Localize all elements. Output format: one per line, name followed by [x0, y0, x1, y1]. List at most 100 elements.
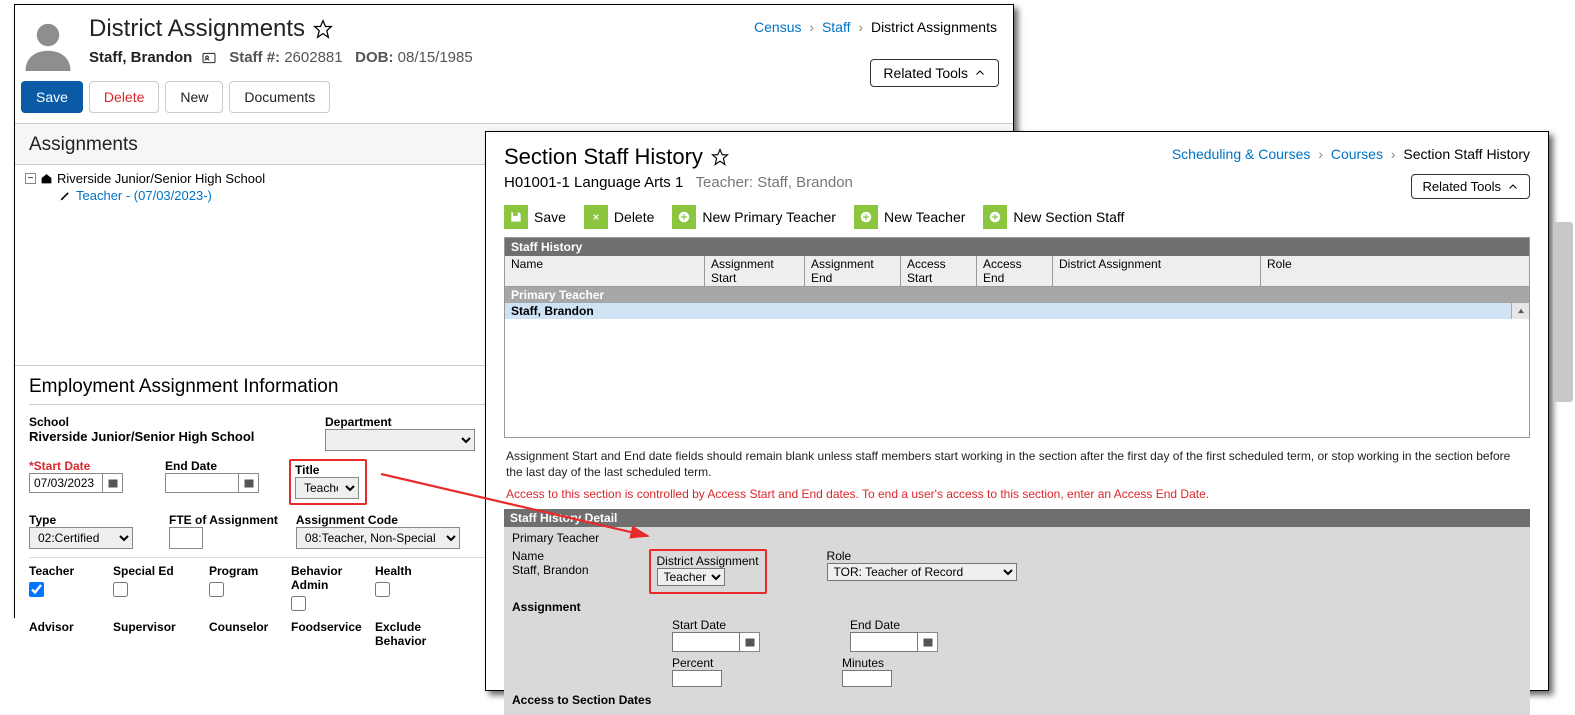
- new-primary-teacher-button[interactable]: New Primary Teacher: [672, 205, 836, 229]
- plus-icon: [988, 210, 1002, 224]
- detail-end-input[interactable]: [850, 632, 918, 652]
- breadcrumb-current: Section Staff History: [1403, 146, 1530, 162]
- help-text: Assignment Start and End date fields sho…: [506, 448, 1528, 503]
- toolbar: Save Delete New Documents: [15, 75, 1013, 124]
- breadcrumb: Census › Staff › District Assignments: [754, 19, 997, 35]
- behavior-checkbox[interactable]: [291, 596, 306, 611]
- grid-group-row: Primary Teacher: [505, 287, 1529, 303]
- id-card-icon: [201, 50, 217, 66]
- school-value: Riverside Junior/Senior High School: [29, 429, 254, 444]
- breadcrumb-staff[interactable]: Staff: [822, 19, 851, 35]
- breadcrumb-scheduling[interactable]: Scheduling & Courses: [1172, 146, 1311, 162]
- advisor-label: Advisor: [29, 620, 89, 648]
- related-tools-button[interactable]: Related Tools: [1411, 174, 1530, 199]
- tree-assignment-link[interactable]: Teacher - (07/03/2023-): [76, 188, 212, 203]
- access-dates-subheader: Access to Section Dates: [512, 693, 1522, 707]
- scroll-up-icon[interactable]: [1511, 303, 1529, 319]
- fte-label: FTE of Assignment: [169, 513, 278, 527]
- save-button[interactable]: Save: [504, 205, 566, 229]
- grid-title: Staff History: [505, 238, 1529, 256]
- behavior-label: Behavior Admin: [291, 564, 351, 592]
- percent-label: Percent: [672, 656, 722, 670]
- detail-start-input[interactable]: [672, 632, 740, 652]
- chevron-up-icon: [1507, 181, 1519, 193]
- fte-input[interactable]: [169, 527, 203, 549]
- save-icon: [509, 210, 523, 224]
- related-tools-button[interactable]: Related Tools: [870, 59, 999, 87]
- calendar-icon[interactable]: [239, 473, 259, 493]
- star-icon[interactable]: [711, 148, 729, 166]
- new-button[interactable]: New: [165, 81, 223, 113]
- breadcrumb-courses[interactable]: Courses: [1331, 146, 1383, 162]
- plus-icon: [859, 210, 873, 224]
- detail-group: Primary Teacher: [512, 531, 1522, 545]
- tree-school[interactable]: Riverside Junior/Senior High School: [57, 171, 265, 186]
- start-date-label: *Start Date: [29, 459, 123, 473]
- calendar-icon[interactable]: [103, 473, 123, 493]
- minutes-input[interactable]: [842, 670, 892, 687]
- program-checkbox[interactable]: [209, 582, 224, 597]
- staff-history-detail: Staff History Detail Primary Teacher Nam…: [504, 509, 1530, 715]
- type-label: Type: [29, 513, 133, 527]
- action-toolbar: Save Delete New Primary Teacher New Teac…: [486, 195, 1548, 237]
- delete-button[interactable]: Delete: [584, 205, 654, 229]
- documents-button[interactable]: Documents: [229, 81, 330, 113]
- program-label: Program: [209, 564, 267, 578]
- new-section-staff-button[interactable]: New Section Staff: [983, 205, 1124, 229]
- detail-name-label: Name: [512, 549, 589, 563]
- assignment-subheader: Assignment: [512, 600, 1522, 614]
- end-date-input[interactable]: [165, 473, 239, 493]
- department-select[interactable]: [325, 429, 475, 451]
- type-select[interactable]: 02:Certified: [29, 527, 133, 549]
- teacher-label: Teacher: [29, 564, 89, 578]
- close-icon: [589, 210, 603, 224]
- staff-history-grid: Staff History Name Assignment Start Assi…: [504, 237, 1530, 438]
- plus-icon: [677, 210, 691, 224]
- section-subheader: H01001-1 Language Arts 1 Teacher: Staff,…: [504, 174, 1530, 191]
- scrollbar-thumb[interactable]: [1553, 222, 1573, 402]
- role-select[interactable]: TOR: Teacher of Record: [827, 563, 1017, 581]
- title-select[interactable]: Teacher: [295, 477, 359, 499]
- health-checkbox[interactable]: [375, 582, 390, 597]
- start-date-input[interactable]: [29, 473, 103, 493]
- assignment-code-label: Assignment Code: [296, 513, 460, 527]
- exclude-behavior-label: Exclude Behavior: [375, 620, 465, 648]
- star-icon[interactable]: [313, 19, 333, 39]
- breadcrumb: Scheduling & Courses › Courses › Section…: [1172, 146, 1530, 162]
- pencil-icon: [59, 189, 72, 202]
- district-assignment-select[interactable]: Teacher: [657, 568, 725, 586]
- percent-input[interactable]: [672, 670, 722, 687]
- health-label: Health: [375, 564, 465, 578]
- teacher-checkbox[interactable]: [29, 582, 44, 597]
- avatar-icon: [21, 17, 75, 71]
- chevron-up-icon: [974, 67, 986, 79]
- detail-start-label: Start Date: [672, 618, 760, 632]
- section-staff-history-panel: Section Staff History H01001-1 Language …: [485, 131, 1549, 691]
- person-subheader: Staff, Brandon Staff #: 2602881 DOB: 08/…: [89, 49, 473, 66]
- end-date-label: End Date: [165, 459, 259, 473]
- supervisor-label: Supervisor: [113, 620, 185, 648]
- new-teacher-button[interactable]: New Teacher: [854, 205, 965, 229]
- foodservice-label: Foodservice: [291, 620, 351, 648]
- role-label: Role: [827, 549, 1017, 563]
- breadcrumb-current: District Assignments: [871, 19, 997, 35]
- title-label: Title: [295, 463, 359, 477]
- minutes-label: Minutes: [842, 656, 892, 670]
- calendar-icon[interactable]: [740, 632, 760, 652]
- department-label: Department: [325, 415, 475, 429]
- grid-data-row[interactable]: Staff, Brandon: [505, 303, 1529, 319]
- save-button[interactable]: Save: [21, 81, 83, 113]
- calendar-icon[interactable]: [918, 632, 938, 652]
- tree-collapse-icon[interactable]: −: [25, 173, 36, 184]
- grid-header: Name Assignment Start Assignment End Acc…: [505, 256, 1529, 287]
- district-assignment-label: District Assignment: [657, 554, 759, 568]
- detail-name-value: Staff, Brandon: [512, 563, 589, 577]
- breadcrumb-census[interactable]: Census: [754, 19, 801, 35]
- school-icon: [40, 172, 53, 185]
- specialed-label: Special Ed: [113, 564, 185, 578]
- page-title: District Assignments: [89, 15, 473, 43]
- delete-button[interactable]: Delete: [89, 81, 159, 113]
- specialed-checkbox[interactable]: [113, 582, 128, 597]
- assignment-code-select[interactable]: 08:Teacher, Non-Special Ed: [296, 527, 460, 549]
- detail-end-label: End Date: [850, 618, 938, 632]
